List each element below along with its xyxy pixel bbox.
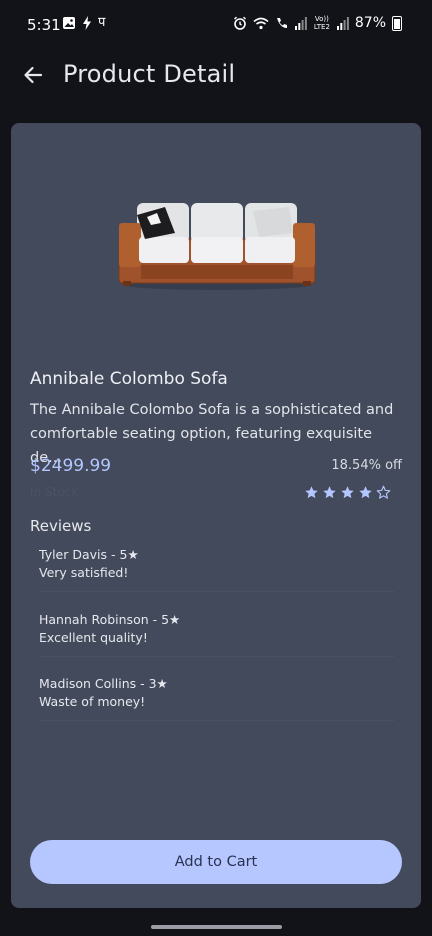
status-left-icons: प bbox=[62, 15, 105, 31]
home-indicator[interactable] bbox=[151, 925, 282, 929]
bolt-icon bbox=[83, 16, 91, 30]
star-filled-icon bbox=[323, 486, 336, 499]
review-comment: Excellent quality! bbox=[39, 630, 148, 645]
wifi-call-icon bbox=[276, 18, 287, 28]
product-image bbox=[118, 203, 316, 290]
review-item: Tyler Davis - 5★ Very satisfied! bbox=[39, 546, 394, 592]
wifi-icon bbox=[253, 17, 269, 29]
review-item: Madison Collins - 3★ Waste of money! bbox=[39, 675, 394, 721]
status-bar: 5:31 प Vo)) LTE2 87% bbox=[0, 0, 432, 50]
rating-stars bbox=[304, 485, 391, 500]
reviews-heading: Reviews bbox=[30, 517, 92, 535]
star-filled-icon bbox=[359, 486, 372, 499]
review-divider bbox=[39, 656, 394, 657]
product-discount: 18.54% off bbox=[331, 458, 402, 473]
star-outline-icon bbox=[376, 485, 391, 499]
review-author: Tyler Davis - 5★ bbox=[39, 547, 139, 562]
page-title: Product Detail bbox=[63, 60, 236, 88]
pe-icon: प bbox=[98, 15, 106, 30]
gallery-icon bbox=[63, 17, 75, 29]
star-filled-icon bbox=[341, 486, 354, 499]
review-comment: Waste of money! bbox=[39, 694, 146, 709]
review-item: Hannah Robinson - 5★ Excellent quality! bbox=[39, 611, 394, 657]
signal-icon bbox=[294, 16, 307, 30]
add-to-cart-button[interactable]: Add to Cart bbox=[30, 840, 402, 884]
review-author: Madison Collins - 3★ bbox=[39, 676, 168, 691]
review-divider bbox=[39, 720, 394, 721]
review-divider bbox=[39, 591, 394, 592]
battery-icon bbox=[392, 15, 402, 31]
status-time: 5:31 bbox=[27, 16, 61, 34]
stock-status: In Stock bbox=[30, 485, 79, 499]
alarm-icon bbox=[233, 16, 246, 30]
app-bar: Product Detail bbox=[0, 50, 432, 102]
star-filled-icon bbox=[305, 486, 318, 499]
product-card: Annibale Colombo Sofa The Annibale Colom… bbox=[11, 123, 421, 908]
review-comment: Very satisfied! bbox=[39, 565, 129, 580]
product-name: Annibale Colombo Sofa bbox=[30, 369, 228, 389]
battery-percent: 87% bbox=[354, 15, 386, 31]
product-price: $2499.99 bbox=[30, 456, 112, 476]
review-author: Hannah Robinson - 5★ bbox=[39, 612, 181, 627]
back-button[interactable] bbox=[18, 60, 48, 90]
arrow-left-icon bbox=[24, 66, 43, 84]
status-right-icons: Vo)) LTE2 87% bbox=[233, 15, 402, 31]
volte-icon: Vo)) LTE2 bbox=[313, 15, 330, 31]
signal-icon-2 bbox=[336, 16, 349, 30]
